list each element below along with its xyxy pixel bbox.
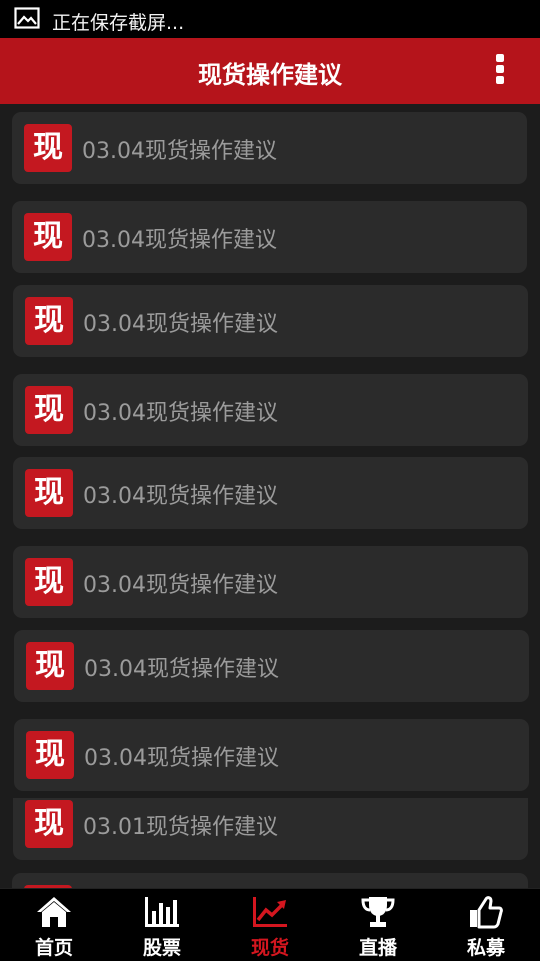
tab-label: 直播: [358, 937, 397, 959]
app-bar: 现货操作建议: [0, 38, 540, 104]
list-item-title: 03.04现货操作建议: [83, 312, 278, 337]
list-item-title: 03.01现货操作建议: [83, 815, 278, 840]
list-item-title: 03.04现货操作建议: [82, 228, 277, 253]
trophy-icon: [361, 897, 395, 927]
list-item-title: 03.04现货操作建议: [82, 139, 277, 164]
tab-live[interactable]: 直播: [324, 889, 432, 961]
tab-label: 首页: [34, 937, 73, 959]
tab-stocks[interactable]: 股票: [108, 889, 216, 961]
list-item[interactable]: 现 03.04现货操作建议: [12, 112, 527, 184]
trend-line-icon: [253, 897, 287, 927]
list-item[interactable]: 现 03.04现货操作建议: [13, 457, 528, 529]
spot-badge: 现: [24, 213, 72, 261]
home-icon: [37, 897, 71, 927]
status-text: 正在保存截屏...: [52, 12, 185, 34]
advice-list: 现 03.04现货操作建议 现 03.04现货操作建议 现 03.04现货操作建…: [0, 104, 540, 888]
tab-label: 私募: [466, 937, 505, 959]
image-icon: [14, 7, 40, 29]
tab-home[interactable]: 首页: [0, 889, 108, 961]
bar-chart-icon: [145, 897, 179, 927]
list-item-title: 03.04现货操作建议: [84, 746, 279, 771]
page-title: 现货操作建议: [198, 61, 342, 89]
thumbs-up-icon: [470, 896, 503, 929]
overflow-menu-icon[interactable]: [492, 54, 508, 86]
list-item-partial[interactable]: [12, 873, 528, 888]
spot-badge: 现: [25, 386, 73, 434]
tab-spot[interactable]: 现货: [216, 889, 324, 961]
spot-badge: 现: [25, 297, 73, 345]
tab-label: 股票: [142, 937, 181, 959]
tab-private-fund[interactable]: 私募: [432, 889, 540, 961]
list-item[interactable]: 现 03.04现货操作建议: [14, 719, 529, 791]
status-bar: 正在保存截屏...: [0, 0, 540, 38]
list-item-title: 03.04现货操作建议: [83, 484, 278, 509]
spot-badge: 现: [26, 731, 74, 779]
list-item[interactable]: 现 03.01现货操作建议: [13, 798, 528, 860]
tab-label: 现货: [250, 937, 289, 959]
spot-badge: 现: [24, 124, 72, 172]
spot-badge: 现: [25, 558, 73, 606]
bottom-tab-bar: 首页 股票 现货 直播 私募: [0, 888, 540, 961]
list-item[interactable]: 现 03.04现货操作建议: [13, 374, 528, 446]
list-item[interactable]: 现 03.04现货操作建议: [12, 201, 527, 273]
spot-badge: 现: [25, 800, 73, 848]
list-item-title: 03.04现货操作建议: [84, 657, 279, 682]
spot-badge: 现: [26, 642, 74, 690]
list-item[interactable]: 现 03.04现货操作建议: [14, 630, 529, 702]
spot-badge: 现: [25, 469, 73, 517]
list-item[interactable]: 现 03.04现货操作建议: [13, 546, 528, 618]
list-item-title: 03.04现货操作建议: [83, 573, 278, 598]
list-item-title: 03.04现货操作建议: [83, 401, 278, 426]
list-item[interactable]: 现 03.04现货操作建议: [13, 285, 528, 357]
